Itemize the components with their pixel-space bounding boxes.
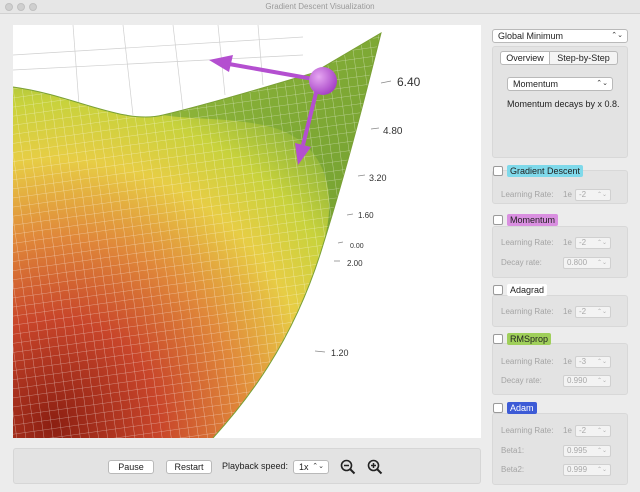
rmsprop-label: RMSprop — [507, 332, 552, 345]
learning-rate-stepper[interactable]: -2 ⌃⌄ — [575, 189, 611, 201]
stepper-icon: ⌃⌄ — [596, 260, 607, 266]
adagrad-header: Adagrad — [492, 283, 548, 296]
loss-surface-plot[interactable]: 6.40 4.80 3.20 1.60 0.00 2.00 1.20 — [13, 25, 481, 438]
playback-speed-select[interactable]: 1x ⌃⌄ — [293, 460, 329, 474]
close-window-button[interactable] — [5, 3, 13, 11]
decay-rate-label: Decay rate: — [501, 258, 542, 267]
gradient-descent-label: Gradient Descent — [507, 164, 584, 177]
decay-rate-value: 0.990 — [567, 376, 588, 385]
playback-speed-value: 1x — [299, 462, 309, 472]
axis-tick-label: 3.20 — [369, 173, 387, 183]
algorithm-explain-value: Momentum — [513, 79, 559, 89]
momentum-panel — [492, 226, 628, 278]
minimize-window-button[interactable] — [17, 3, 25, 11]
beta2-label: Beta2: — [501, 465, 525, 474]
axis-tick-label: 6.40 — [397, 75, 421, 89]
learning-rate-label: Learning Rate: — [501, 238, 554, 247]
stepper-icon: ⌃⌄ — [596, 192, 607, 198]
explanation-tabs: Overview Step-by-Step — [500, 51, 618, 65]
rmsprop-checkbox[interactable] — [493, 333, 503, 344]
chevron-updown-icon: ⌃⌄ — [611, 32, 623, 39]
adam-label: Adam — [507, 401, 537, 414]
axis-tick-label: 1.60 — [358, 211, 374, 220]
stepper-icon: ⌃⌄ — [596, 448, 607, 454]
learning-rate-label: Learning Rate: — [501, 190, 554, 199]
learning-rate-label: Learning Rate: — [501, 357, 554, 366]
playback-controls: Pause Restart Playback speed: 1x ⌃⌄ — [13, 448, 481, 484]
stepper-icon: ⌃⌄ — [596, 309, 607, 315]
axis-tick-label: 0.00 — [350, 243, 364, 250]
momentum-header: Momentum — [492, 213, 559, 226]
beta2-stepper[interactable]: 0.999 ⌃⌄ — [563, 464, 611, 476]
learning-rate-label: Learning Rate: — [501, 426, 554, 435]
rmsprop-panel — [492, 343, 628, 395]
adagrad-checkbox[interactable] — [493, 284, 503, 295]
adagrad-label: Adagrad — [507, 283, 548, 296]
learning-rate-value: -2 — [579, 190, 587, 199]
rmsprop-header: RMSprop — [492, 332, 552, 345]
learning-rate-prefix: 1e — [563, 357, 572, 366]
playback-speed-label: Playback speed: — [222, 461, 289, 471]
stepper-icon: ⌃⌄ — [596, 428, 607, 434]
algorithm-explain-select[interactable]: Momentum ⌃⌄ — [507, 77, 613, 91]
decay-rate-label: Decay rate: — [501, 376, 542, 385]
gradient-descent-checkbox[interactable] — [493, 165, 503, 176]
zoom-in-icon[interactable] — [367, 459, 383, 475]
window-title: Gradient Descent Visualization — [265, 2, 375, 11]
explanation-text: Momentum decays by x 0.8. — [507, 99, 620, 109]
learning-rate-stepper[interactable]: -3 ⌃⌄ — [575, 356, 611, 368]
tab-step-by-step[interactable]: Step-by-Step — [550, 51, 618, 65]
learning-rate-stepper[interactable]: -2 ⌃⌄ — [575, 306, 611, 318]
stepper-icon: ⌃⌄ — [596, 467, 607, 473]
learning-rate-value: -2 — [579, 426, 587, 435]
title-bar: Gradient Descent Visualization — [0, 0, 640, 14]
surface-select[interactable]: Global Minimum ⌃⌄ — [492, 29, 628, 43]
learning-rate-label: Learning Rate: — [501, 307, 554, 316]
zoom-window-button[interactable] — [29, 3, 37, 11]
beta2-value: 0.999 — [567, 465, 588, 474]
beta1-label: Beta1: — [501, 446, 525, 455]
learning-rate-prefix: 1e — [563, 307, 572, 316]
app-window: Gradient Descent Visualization 6.40 4.80… — [0, 0, 640, 492]
decay-rate-value: 0.800 — [567, 258, 588, 267]
learning-rate-value: -3 — [579, 357, 587, 366]
learning-rate-prefix: 1e — [563, 426, 572, 435]
axis-tick-label: 2.00 — [347, 259, 363, 268]
beta1-stepper[interactable]: 0.995 ⌃⌄ — [563, 445, 611, 457]
stepper-icon: ⌃⌄ — [596, 240, 607, 246]
learning-rate-prefix: 1e — [563, 190, 572, 199]
decay-rate-stepper[interactable]: 0.800 ⌃⌄ — [563, 257, 611, 269]
zoom-out-icon[interactable] — [340, 459, 356, 475]
learning-rate-prefix: 1e — [563, 238, 572, 247]
chevron-updown-icon: ⌃⌄ — [312, 463, 324, 470]
beta1-value: 0.995 — [567, 446, 588, 455]
learning-rate-value: -2 — [579, 238, 587, 247]
chevron-updown-icon: ⌃⌄ — [596, 80, 608, 87]
learning-rate-value: -2 — [579, 307, 587, 316]
learning-rate-stepper[interactable]: -2 ⌃⌄ — [575, 237, 611, 249]
decay-rate-stepper[interactable]: 0.990 ⌃⌄ — [563, 375, 611, 387]
stepper-icon: ⌃⌄ — [596, 359, 607, 365]
axis-tick-label: 1.20 — [331, 348, 349, 358]
momentum-label: Momentum — [507, 213, 559, 226]
adam-header: Adam — [492, 401, 537, 414]
adam-checkbox[interactable] — [493, 402, 503, 413]
pause-button[interactable]: Pause — [108, 460, 154, 474]
surface-viewport[interactable]: 6.40 4.80 3.20 1.60 0.00 2.00 1.20 — [13, 25, 481, 438]
axis-tick-label: 4.80 — [383, 126, 403, 137]
surface-select-value: Global Minimum — [498, 31, 564, 41]
restart-button[interactable]: Restart — [166, 460, 212, 474]
momentum-checkbox[interactable] — [493, 214, 503, 225]
stepper-icon: ⌃⌄ — [596, 378, 607, 384]
gradient-descent-header: Gradient Descent — [492, 164, 584, 177]
learning-rate-stepper[interactable]: -2 ⌃⌄ — [575, 425, 611, 437]
tab-overview[interactable]: Overview — [500, 51, 550, 65]
